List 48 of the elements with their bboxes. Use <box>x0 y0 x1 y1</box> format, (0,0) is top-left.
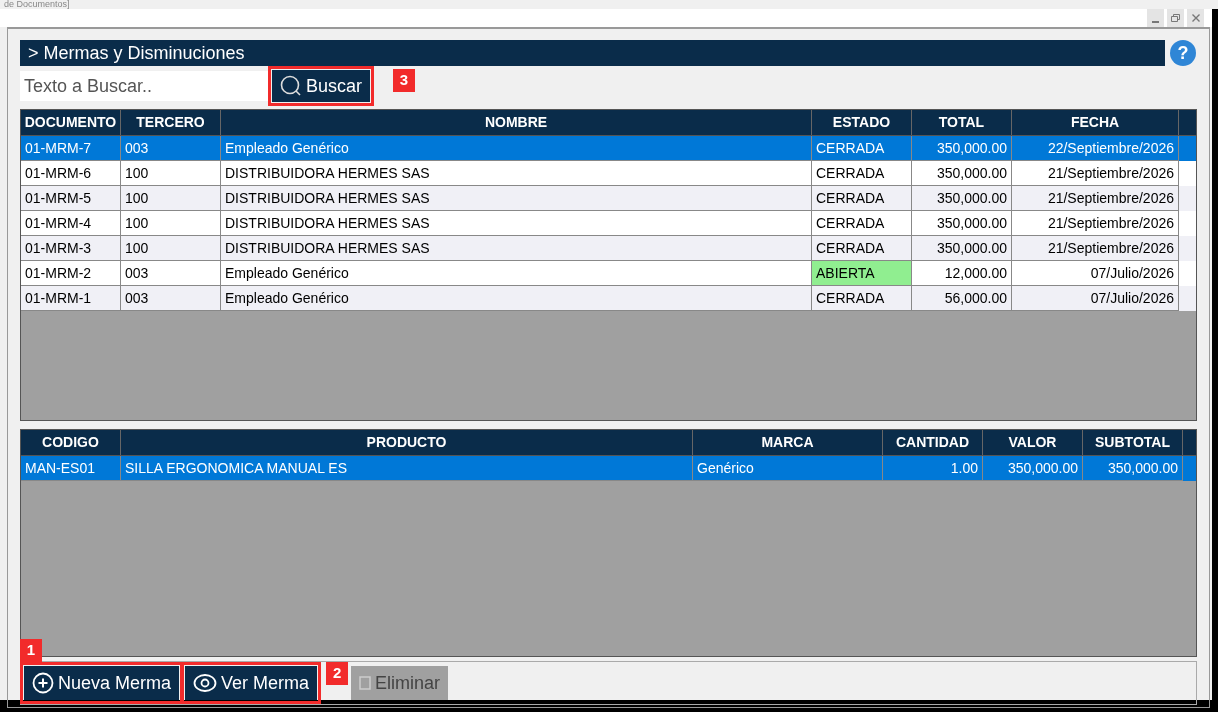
table-row[interactable]: 01-MRM-3 100 DISTRIBUIDORA HERMES SAS CERRADA 350,000.00 21/Septiembre/2026 <box>21 236 1196 261</box>
column-header: TERCERO <box>121 110 221 135</box>
window-title: de Documentos] <box>3 0 70 9</box>
help-icon[interactable]: ? <box>1169 39 1197 67</box>
minimize-button[interactable] <box>1147 9 1164 27</box>
table-cell: 003 <box>121 286 221 311</box>
table-row[interactable]: MAN-ES01 SILLA ERGONOMICA MANUAL ES Genérico 1.00 350,000.00 350,000.00 <box>21 456 1196 481</box>
table-row[interactable]: 01-MRM-5 100 DISTRIBUIDORA HERMES SAS CERRADA 350,000.00 21/Septiembre/2026 <box>21 186 1196 211</box>
table-cell: 56,000.00 <box>912 286 1012 311</box>
table-cell: Genérico <box>693 456 883 481</box>
column-header: MARCA <box>693 430 883 455</box>
callout-number: 3 <box>393 69 415 92</box>
table-cell: 350,000.00 <box>983 456 1083 481</box>
table-cell: 07/Julio/2026 <box>1012 286 1179 311</box>
table-row[interactable]: 01-MRM-1 003 Empleado Genérico CERRADA 56,000.00 07/Julio/2026 <box>21 286 1196 311</box>
table-row[interactable]: 01-MRM-6 100 DISTRIBUIDORA HERMES SAS CERRADA 350,000.00 21/Septiembre/2026 <box>21 161 1196 186</box>
table-cell: 350,000.00 <box>1083 456 1183 481</box>
table-cell: ABIERTA <box>812 261 912 286</box>
column-header: NOMBRE <box>221 110 812 135</box>
table-cell: SILLA ERGONOMICA MANUAL ES <box>121 456 693 481</box>
column-header: CODIGO <box>21 430 121 455</box>
column-header: FECHA <box>1012 110 1179 135</box>
close-icon <box>1191 14 1200 22</box>
restore-button[interactable] <box>1167 9 1184 27</box>
panel-title-bar: > Mermas y Disminuciones <box>20 40 1165 66</box>
eye-icon <box>193 673 218 693</box>
table-cell: 01-MRM-1 <box>21 286 121 311</box>
close-button[interactable] <box>1187 9 1204 27</box>
callout-number: 1 <box>20 639 42 662</box>
column-header: PRODUCTO <box>121 430 693 455</box>
table-cell: CERRADA <box>812 286 912 311</box>
column-header: DOCUMENTO <box>21 110 121 135</box>
search-icon <box>280 75 302 97</box>
column-header: SUBTOTAL <box>1083 430 1183 455</box>
callout-number: 2 <box>326 662 349 685</box>
table-row[interactable]: 01-MRM-4 100 DISTRIBUIDORA HERMES SAS CERRADA 350,000.00 21/Septiembre/2026 <box>21 211 1196 236</box>
column-header: VALOR <box>983 430 1083 455</box>
table-cell: Empleado Genérico <box>221 286 812 311</box>
column-header: TOTAL <box>912 110 1012 135</box>
restore-icon <box>1171 14 1180 22</box>
table-cell: 1.00 <box>883 456 983 481</box>
plus-circle-icon <box>32 672 54 694</box>
table-row[interactable]: 01-MRM-7 003 Empleado Genérico CERRADA 350,000.00 22/Septiembre/2026 <box>21 136 1196 161</box>
column-header: CANTIDAD <box>883 430 983 455</box>
table-cell: MAN-ES01 <box>21 456 121 481</box>
column-header: ESTADO <box>812 110 912 135</box>
search-field[interactable]: Texto a Buscar.. <box>20 71 268 101</box>
table-row[interactable]: 01-MRM-2 003 Empleado Genérico ABIERTA 12,000.00 07/Julio/2026 <box>21 261 1196 286</box>
